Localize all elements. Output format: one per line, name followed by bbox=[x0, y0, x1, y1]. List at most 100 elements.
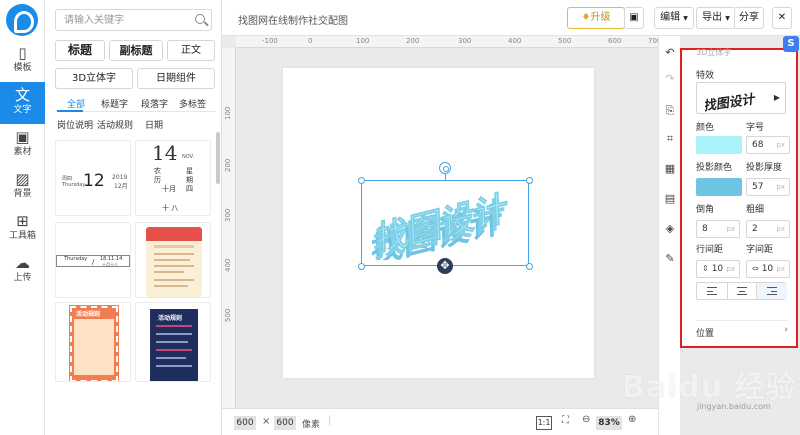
upgrade-button[interactable]: ♦升级 bbox=[567, 7, 625, 29]
nav-item-text[interactable]: 文 文字 bbox=[0, 82, 45, 124]
search-input[interactable] bbox=[56, 10, 186, 30]
tab-activity-rules[interactable]: 活动规则 bbox=[97, 118, 133, 131]
nav-item-upload[interactable]: ☁ 上传 bbox=[0, 250, 45, 292]
add-body-button[interactable]: 正文 bbox=[167, 40, 215, 61]
actual-size-button[interactable]: 1:1 bbox=[536, 416, 552, 430]
align-right-icon bbox=[767, 287, 777, 295]
card-lunar-day: 十 八 bbox=[162, 204, 179, 212]
align-right-button[interactable] bbox=[757, 283, 787, 299]
upload-icon: ☁ bbox=[15, 254, 30, 272]
template-card-poster-orange[interactable]: 活动规则 bbox=[55, 302, 131, 382]
export-label: 导出 bbox=[702, 12, 723, 23]
caret-down-icon: ▼ bbox=[725, 15, 730, 22]
tab-date[interactable]: 日期 bbox=[145, 118, 163, 131]
nav-item-background[interactable]: ▨ 背景 bbox=[0, 166, 45, 208]
zoom-out-icon[interactable]: ⊖ bbox=[582, 414, 590, 425]
rotate-stem bbox=[445, 174, 446, 180]
tab-multi-label[interactable]: 多标签 bbox=[179, 97, 206, 110]
nav-label: 文字 bbox=[13, 105, 32, 115]
times-sign: × bbox=[262, 416, 271, 427]
effect-selector[interactable]: 找图设计 ▶ bbox=[696, 82, 786, 114]
panel-scrollbar[interactable] bbox=[216, 132, 220, 184]
background-icon: ▨ bbox=[15, 170, 30, 188]
card-weekday-vertical: 星期四 bbox=[186, 167, 193, 193]
nav-label: 工具箱 bbox=[8, 231, 36, 241]
tab-paragraph[interactable]: 段落字 bbox=[141, 97, 168, 110]
caret-down-icon: ▼ bbox=[683, 15, 688, 22]
add-date-widget-button[interactable]: 日期组件 bbox=[137, 68, 215, 89]
upgrade-label: 升级 bbox=[590, 12, 611, 23]
redo-icon[interactable]: ↷ bbox=[663, 72, 677, 86]
add-3d-text-button[interactable]: 3D立体字 bbox=[55, 68, 133, 89]
weight-input[interactable]: 2 px bbox=[746, 220, 790, 238]
save-button[interactable]: ▣ bbox=[624, 7, 644, 29]
fit-screen-icon[interactable]: ⛶ bbox=[562, 415, 569, 426]
image-icon: ▣ bbox=[15, 128, 30, 146]
tab-job-description[interactable]: 岗位说明 bbox=[57, 118, 93, 131]
move-handle-icon[interactable]: ✥ bbox=[437, 258, 453, 274]
zoom-level[interactable]: 83% bbox=[596, 416, 622, 430]
document-title[interactable]: 找图网在线制作社交配图 bbox=[238, 12, 348, 27]
brush-icon[interactable]: ✎ bbox=[663, 252, 677, 266]
template-card-date-1[interactable]: 周四 Thursday 12 2019 12月 bbox=[55, 140, 131, 216]
template-card-poster-navy[interactable]: 活动规则 bbox=[135, 302, 211, 382]
share-button[interactable]: 分享 bbox=[734, 7, 764, 29]
table-icon[interactable]: ▦ bbox=[663, 162, 677, 176]
undo-icon[interactable]: ↶ bbox=[663, 46, 677, 60]
position-label: 位置 bbox=[696, 329, 715, 339]
present-icon[interactable]: ⎘ bbox=[663, 104, 677, 118]
line-height-input[interactable]: ⇕ 10 px bbox=[696, 260, 740, 278]
align-left-button[interactable] bbox=[697, 283, 727, 299]
template-card-date-2[interactable]: 14 NOV. 农历 十月 十 八 星期四 bbox=[135, 140, 211, 216]
color-label: 颜色 bbox=[696, 123, 715, 133]
text-color-swatch[interactable] bbox=[696, 136, 742, 154]
align-left-icon bbox=[707, 287, 717, 295]
nav-item-toolbox[interactable]: ⊞ 工具箱 bbox=[0, 208, 45, 250]
resize-handle-top-right[interactable] bbox=[526, 177, 533, 184]
tab-active-indicator bbox=[57, 110, 83, 112]
nav-label: 上传 bbox=[13, 273, 32, 283]
chevron-right-icon: ▶ bbox=[773, 93, 780, 102]
card-month: 12月 bbox=[114, 183, 128, 190]
film-icon[interactable]: ▤ bbox=[663, 192, 677, 206]
ruler-tick: 400 bbox=[508, 37, 522, 45]
layers-icon[interactable]: ◈ bbox=[663, 222, 677, 236]
font-size-input[interactable]: 68 px bbox=[746, 136, 790, 154]
canvas-height-field[interactable]: 600 bbox=[274, 416, 296, 430]
bevel-input[interactable]: 8 px bbox=[696, 220, 740, 238]
align-center-button[interactable] bbox=[727, 283, 757, 299]
shadow-color-swatch[interactable] bbox=[696, 178, 742, 196]
add-title-button[interactable]: 标题 bbox=[55, 40, 105, 61]
nav-label: 背景 bbox=[13, 189, 32, 199]
position-row[interactable]: 位置 › bbox=[696, 320, 788, 339]
letter-spacing-input[interactable]: ⇔ 10 px bbox=[746, 260, 790, 278]
line-height-icon: ⇕ bbox=[702, 264, 709, 273]
tab-all[interactable]: 全部 bbox=[67, 97, 85, 110]
export-menu-button[interactable]: 导出 ▼ bbox=[696, 7, 736, 29]
rotate-handle-icon[interactable] bbox=[439, 162, 451, 174]
nav-item-template[interactable]: ▯ 模板 bbox=[0, 40, 45, 82]
zoom-in-icon[interactable]: ⊕ bbox=[628, 414, 636, 425]
unit-label: 像素 bbox=[302, 420, 321, 430]
ruler-tick: 100 bbox=[356, 37, 370, 45]
effect-preview: 找图设计 bbox=[705, 90, 756, 114]
app-logo[interactable] bbox=[6, 4, 38, 36]
crop-icon[interactable]: ⌗ bbox=[663, 132, 677, 146]
search-icon[interactable] bbox=[195, 14, 205, 24]
resize-handle-top-left[interactable] bbox=[358, 177, 365, 184]
resize-handle-bottom-right[interactable] bbox=[526, 263, 533, 270]
shadow-depth-input[interactable]: 57 px bbox=[746, 178, 790, 196]
add-subtitle-button[interactable]: 副标题 bbox=[109, 40, 163, 61]
bottom-bar: 600 × 600 像素 | 1:1 ⛶ ⊖ 83% ⊕ bbox=[222, 408, 666, 435]
nav-item-material[interactable]: ▣ 素材 bbox=[0, 124, 45, 166]
close-button[interactable]: ✕ bbox=[772, 7, 792, 29]
template-card-date-3[interactable]: Thursday / 18.11.14 十月十八 bbox=[55, 222, 131, 298]
canvas-width-field[interactable]: 600 bbox=[234, 416, 256, 430]
corner-app-icon[interactable]: S bbox=[783, 36, 799, 52]
template-card-poster-rules[interactable] bbox=[135, 222, 211, 298]
ruler-tick: 500 bbox=[224, 308, 232, 322]
search-box[interactable] bbox=[55, 9, 212, 31]
edit-menu-button[interactable]: 编辑 ▼ bbox=[654, 7, 694, 29]
resize-handle-bottom-left[interactable] bbox=[358, 263, 365, 270]
tab-title-text[interactable]: 标题字 bbox=[101, 97, 128, 110]
